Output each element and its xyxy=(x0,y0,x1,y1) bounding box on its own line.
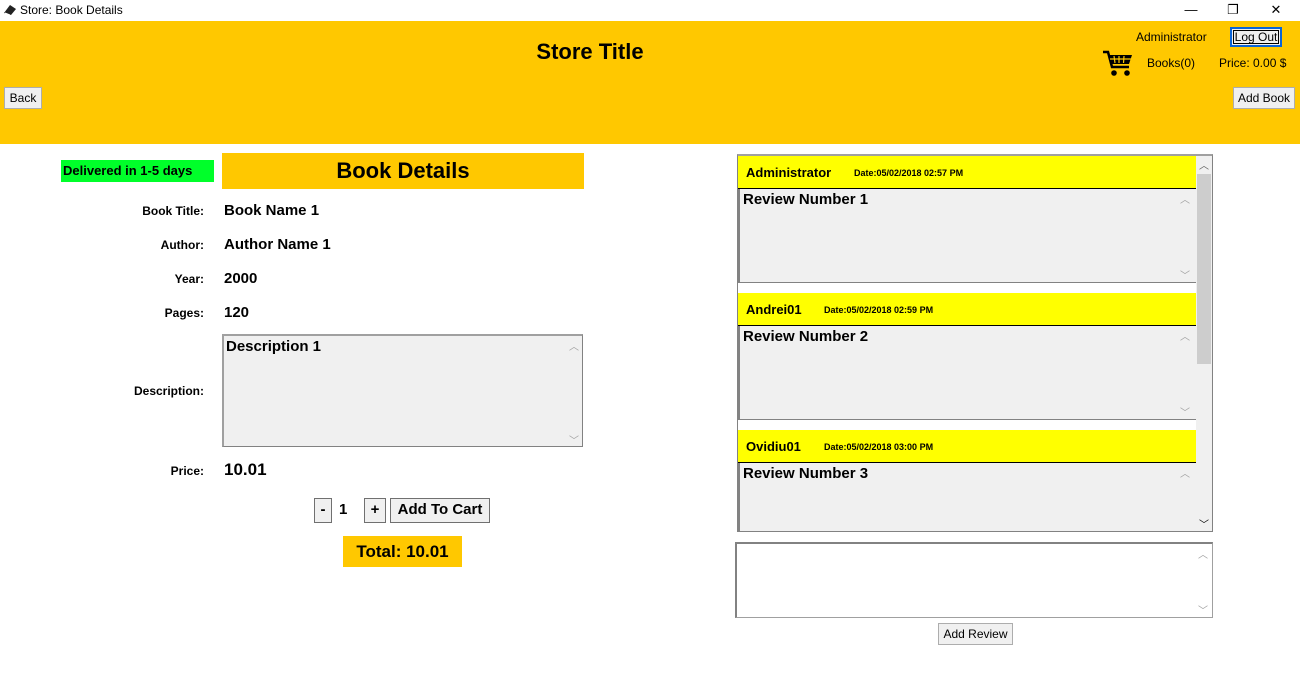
scroll-down-icon[interactable]: ﹀ xyxy=(569,432,579,447)
scroll-up-icon[interactable]: ︿ xyxy=(1180,465,1190,480)
add-review-button[interactable]: Add Review xyxy=(938,623,1013,645)
reviews-scrollbar[interactable]: ︿ ﹀ xyxy=(1196,156,1212,531)
review-text: Review Number 3 xyxy=(743,465,869,482)
quantity-value: 1 xyxy=(339,501,348,518)
pages-value: 120 xyxy=(224,304,250,321)
maximize-button[interactable]: ❐ xyxy=(1210,0,1256,21)
chevron-down-icon[interactable]: ﹀ xyxy=(1199,516,1209,531)
review-textarea[interactable]: Review Number 3 ︿ xyxy=(738,463,1196,531)
pages-label: Pages: xyxy=(164,306,204,320)
reviews-list[interactable]: Administrator Date:05/02/2018 02:57 PM R… xyxy=(737,154,1213,532)
minimize-button[interactable]: — xyxy=(1168,0,1214,21)
description-text: Description 1 xyxy=(226,338,322,355)
year-value: 2000 xyxy=(224,270,258,287)
author-value: Author Name 1 xyxy=(224,236,331,253)
book-details-heading: Book Details xyxy=(222,153,584,189)
user-name: Administrator xyxy=(1136,30,1207,44)
review-header: Ovidiu01 Date:05/02/2018 03:00 PM xyxy=(738,430,1196,463)
back-button[interactable]: Back xyxy=(4,87,42,109)
add-book-button[interactable]: Add Book xyxy=(1233,87,1295,109)
review-author: Andrei01 xyxy=(746,302,802,317)
year-label: Year: xyxy=(174,272,204,286)
review-textarea[interactable]: Review Number 2 ︿ ﹀ xyxy=(738,326,1196,420)
review-date: Date:05/02/2018 02:59 PM xyxy=(824,305,934,315)
author-label: Author: xyxy=(160,238,204,252)
scroll-down-icon[interactable]: ﹀ xyxy=(1198,602,1208,617)
app-icon xyxy=(4,5,16,16)
scroll-up-icon[interactable]: ︿ xyxy=(1180,191,1190,206)
delivery-badge: Delivered in 1-5 days xyxy=(61,160,214,182)
review-author: Ovidiu01 xyxy=(746,439,801,454)
description-label: Description: xyxy=(133,384,204,398)
scroll-up-icon[interactable]: ︿ xyxy=(1180,328,1190,343)
review-text: Review Number 2 xyxy=(743,328,869,345)
window-title: Store: Book Details xyxy=(20,3,123,17)
review-textarea[interactable]: Review Number 1 ︿ ﹀ xyxy=(738,189,1196,283)
increase-quantity-button[interactable]: + xyxy=(364,498,386,523)
shopping-cart-icon[interactable] xyxy=(1102,48,1134,78)
review-text: Review Number 1 xyxy=(743,191,869,208)
logout-button[interactable]: Log Out xyxy=(1230,27,1282,47)
store-header: Store Title Administrator Log Out Books(… xyxy=(0,21,1300,144)
new-review-input[interactable]: ︿ ﹀ xyxy=(735,542,1213,618)
scroll-up-icon[interactable]: ︿ xyxy=(569,338,579,353)
description-textarea[interactable]: Description 1 ︿ ﹀ xyxy=(222,334,583,447)
review-date: Date:05/02/2018 03:00 PM xyxy=(824,442,934,452)
scroll-down-icon[interactable]: ﹀ xyxy=(1180,267,1190,282)
window-titlebar: Store: Book Details — ❐ ✕ xyxy=(0,0,1300,21)
scrollbar-thumb[interactable] xyxy=(1197,174,1211,364)
book-title-value: Book Name 1 xyxy=(224,202,320,219)
store-title: Store Title xyxy=(536,39,644,64)
review-author: Administrator xyxy=(746,165,832,180)
price-label: Price: xyxy=(170,464,204,478)
scroll-down-icon[interactable]: ﹀ xyxy=(1180,404,1190,419)
decrease-quantity-button[interactable]: - xyxy=(314,498,332,523)
book-title-label: Book Title: xyxy=(142,204,204,218)
close-button[interactable]: ✕ xyxy=(1253,0,1299,21)
scroll-up-icon[interactable]: ︿ xyxy=(1198,546,1208,561)
cart-price: Price: 0.00 $ xyxy=(1219,56,1287,70)
price-value: 10.01 xyxy=(224,460,267,479)
review-header: Administrator Date:05/02/2018 02:57 PM xyxy=(738,156,1196,189)
review-header: Andrei01 Date:05/02/2018 02:59 PM xyxy=(738,293,1196,326)
order-total: Total: 10.01 xyxy=(343,536,462,567)
chevron-up-icon[interactable]: ︿ xyxy=(1199,157,1209,172)
review-date: Date:05/02/2018 02:57 PM xyxy=(854,168,964,178)
books-count: Books(0) xyxy=(1147,56,1196,70)
add-to-cart-button[interactable]: Add To Cart xyxy=(390,498,490,523)
